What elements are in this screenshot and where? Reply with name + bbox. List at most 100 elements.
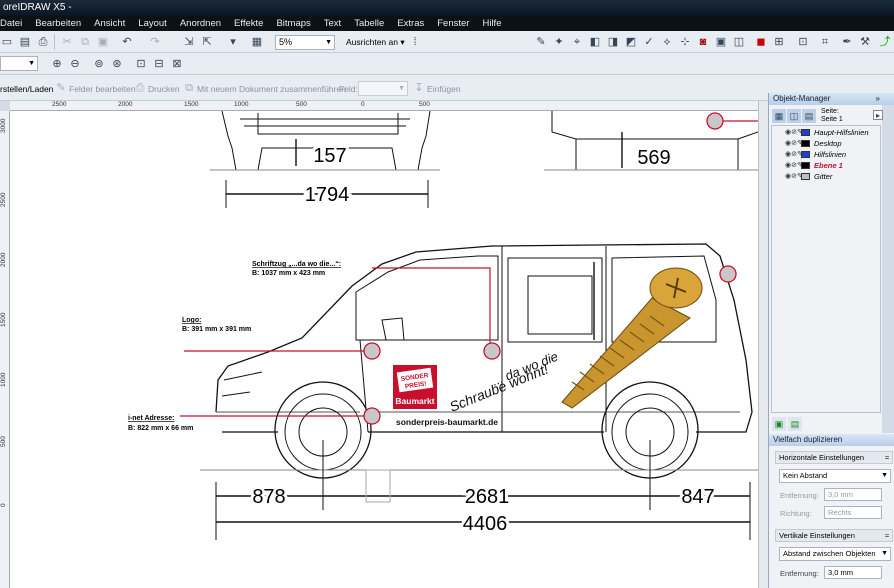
tool-icon-7[interactable]: ✓ (642, 35, 656, 49)
horizontal-mode-dropdown[interactable]: Kein Abstand ▼ (779, 469, 891, 483)
separator (54, 34, 55, 50)
export-icon[interactable]: ⇱ (200, 35, 214, 49)
canvas-scrollbar[interactable] (758, 101, 768, 588)
tool-icon-12[interactable]: ◫ (732, 35, 746, 49)
publish-icon[interactable]: ▾ (226, 35, 240, 49)
vertical-distance-value: 3,0 mm (828, 568, 854, 577)
open-icon[interactable]: ▤ (18, 35, 32, 49)
tool-icon-15[interactable]: ⊡ (796, 35, 810, 49)
edit-across-layers-icon[interactable]: ◫ (787, 109, 801, 123)
copy-icon[interactable]: ⧉ (78, 35, 92, 49)
marker-rear[interactable] (719, 265, 737, 283)
chevron-down-icon: ▼ (398, 85, 405, 92)
drawing-canvas[interactable]: SONDER PREIS! Baumarkt ... da wo die Sch… (10, 111, 758, 588)
vertical-settings-header[interactable]: Vertikale Einstellungen ≈ (775, 529, 893, 542)
duplicate-header: Vielfach duplizieren (769, 434, 894, 446)
tool-icon-16[interactable]: ⌗ (818, 35, 832, 49)
new-layer-icon[interactable]: ▣ (772, 417, 786, 431)
menu-tabelle[interactable]: Tabelle (354, 16, 384, 31)
horizontal-mode-value: Kein Abstand (783, 471, 828, 480)
ruler-label: 1000 (234, 101, 249, 108)
new-icon[interactable]: ▭ (0, 35, 14, 49)
zoom-all-icon[interactable]: ⊛ (110, 57, 124, 71)
dim-front-width: 1794 (305, 184, 350, 206)
paste-icon[interactable]: ▣ (96, 35, 110, 49)
tool-icon-10[interactable]: ◙ (696, 35, 710, 49)
options-icon[interactable]: ⁞ (408, 35, 422, 49)
tool-icon-4[interactable]: ◧ (588, 35, 602, 49)
marker-rear-view[interactable] (706, 112, 724, 130)
menu-effekte[interactable]: Effekte (234, 16, 263, 31)
menu-ansicht[interactable]: Ansicht (94, 16, 125, 31)
zoom-page-icon[interactable]: ⊡ (134, 57, 148, 71)
zoom-height-icon[interactable]: ⊠ (170, 57, 184, 71)
tool-icon-17[interactable]: ✒ (840, 35, 854, 49)
horizontal-settings-header[interactable]: Horizontale Einstellungen ≈ (775, 451, 893, 464)
field-dropdown[interactable]: ▼ (358, 81, 408, 96)
layer-list[interactable] (771, 125, 881, 413)
collapse-icon[interactable]: » (876, 93, 880, 105)
menu-text[interactable]: Text (324, 16, 341, 31)
vertical-distance-label: Entfernung: (780, 569, 819, 578)
zoom-out-icon[interactable]: ⊖ (68, 57, 82, 71)
menu-fenster[interactable]: Fenster (437, 16, 469, 31)
menu-bearbeiten[interactable]: Bearbeiten (35, 16, 81, 31)
collapse-icon: ≈ (884, 531, 889, 540)
tool-icon-13[interactable]: ◼ (754, 35, 768, 49)
tool-icon-9[interactable]: ⊹ (678, 35, 692, 49)
cut-icon[interactable]: ✂ (60, 35, 74, 49)
marker-inet[interactable] (363, 407, 381, 425)
zoom-dropdown[interactable]: 5% ▼ (275, 35, 335, 50)
ruler-label: 500 (296, 101, 307, 108)
tool-icon-6[interactable]: ◩ (624, 35, 638, 49)
property-dropdown[interactable]: ▼ (0, 56, 38, 71)
menu-layout[interactable]: Layout (138, 16, 167, 31)
insert-button[interactable]: Einfügen (427, 83, 461, 95)
menu-datei[interactable]: Datei (0, 16, 22, 31)
print-icon[interactable]: ⎙ (36, 35, 50, 49)
zoom-width-icon[interactable]: ⊟ (152, 57, 166, 71)
tool-icon-14[interactable]: ⊞ (772, 35, 786, 49)
layer-manager-view-icon[interactable]: ▤ (802, 109, 816, 123)
create-load-button[interactable]: rstellen/Laden (0, 83, 53, 95)
horizontal-distance-input[interactable]: 3,0 mm (824, 488, 882, 501)
tool-icon-1[interactable]: ✎ (534, 35, 548, 49)
tool-icon-11[interactable]: ▣ (714, 35, 728, 49)
tool-icon-2[interactable]: ✦ (552, 35, 566, 49)
tool-icon-8[interactable]: ⟡ (660, 35, 674, 49)
snap-to-button[interactable]: Ausrichten an ▾ (346, 37, 405, 48)
headlight (221, 371, 263, 397)
object-manager-title: Objekt-Manager (773, 94, 831, 103)
ruler-label: 0 (0, 503, 7, 507)
horizontal-direction-dropdown[interactable]: Rechts (824, 506, 882, 519)
merge-button[interactable]: Mit neuem Dokument zusammenführen (197, 83, 346, 95)
zoom-in-icon[interactable]: ⊕ (50, 57, 64, 71)
menu-anordnen[interactable]: Anordnen (180, 16, 221, 31)
tool-icon-18[interactable]: ⚒ (858, 35, 872, 49)
marker-schriftzug[interactable] (483, 342, 501, 360)
redo-icon[interactable]: ↷ (148, 35, 162, 49)
menu-hilfe[interactable]: Hilfe (482, 16, 501, 31)
tool-icon-5[interactable]: ◨ (606, 35, 620, 49)
selection-frame[interactable] (365, 469, 391, 503)
import-icon[interactable]: ⇲ (182, 35, 196, 49)
vertical-mode-dropdown[interactable]: Abstand zwischen Objekten ▼ (779, 547, 891, 561)
duplicate-title: Vielfach duplizieren (773, 435, 843, 444)
dim-rear-overhang: 847 (681, 486, 714, 508)
menu-extras[interactable]: Extras (397, 16, 424, 31)
vertical-distance-input[interactable]: 3,0 mm (824, 566, 882, 579)
show-properties-icon[interactable]: ▦ (772, 109, 786, 123)
print-button[interactable]: Drucken (148, 83, 180, 95)
application-launcher-icon[interactable]: ▦ (250, 35, 264, 49)
new-master-layer-icon[interactable]: ▤ (788, 417, 802, 431)
edit-fields-button[interactable]: Felder bearbeiten (69, 83, 136, 95)
menu-bitmaps[interactable]: Bitmaps (276, 16, 310, 31)
tool-icon-3[interactable]: ⌖ (570, 35, 584, 49)
zoom-selected-icon[interactable]: ⊚ (92, 57, 106, 71)
zoom-value: 5% (279, 37, 293, 47)
window-title: oreIDRAW X5 - (3, 2, 72, 13)
undo-icon[interactable]: ↶ (120, 35, 134, 49)
page-menu-icon[interactable]: ▸ (873, 110, 883, 120)
marker-logo[interactable] (363, 342, 381, 360)
tool-icon-19[interactable]: ⤴ (878, 35, 892, 49)
